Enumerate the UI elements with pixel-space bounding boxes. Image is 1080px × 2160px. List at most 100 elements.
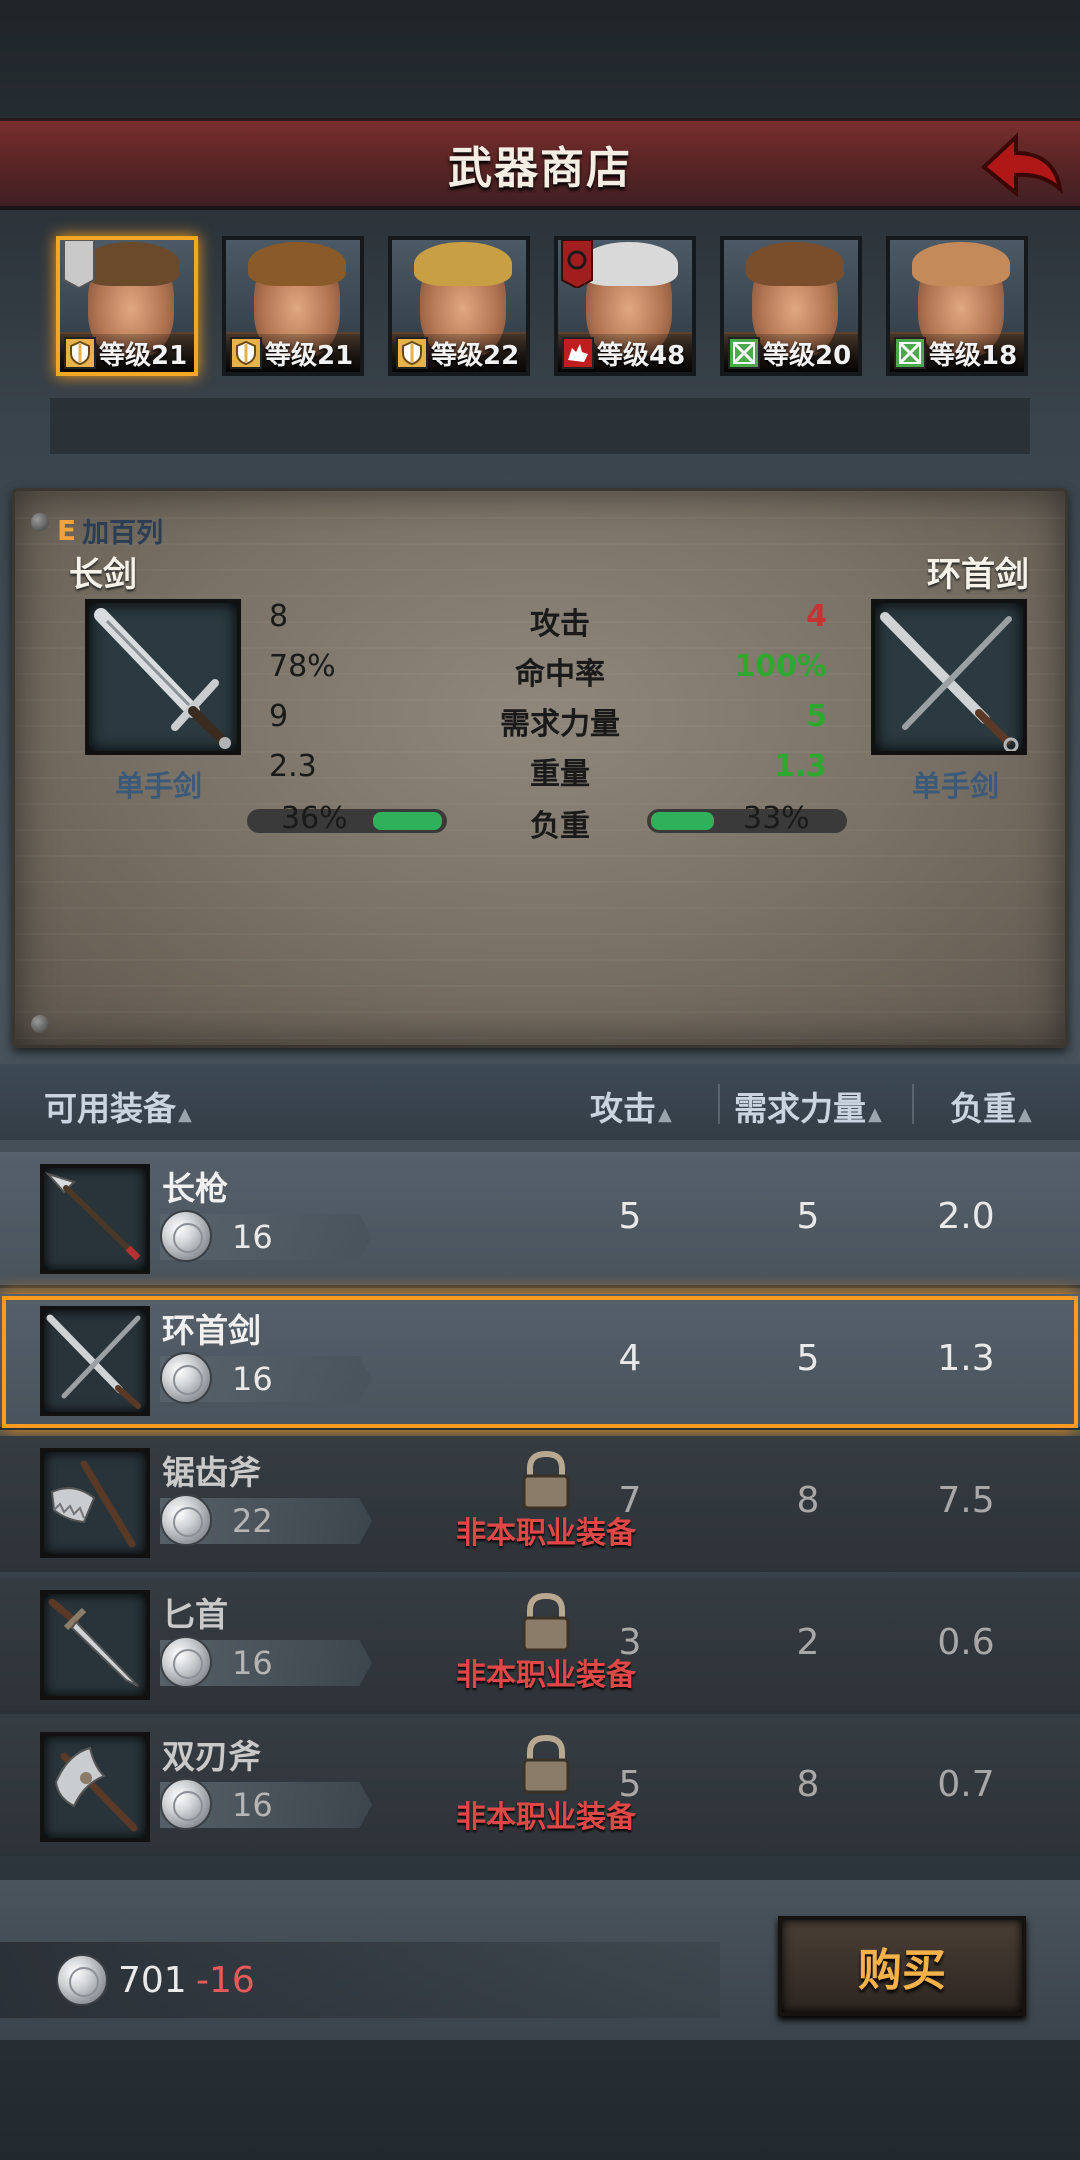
sort-attack-button[interactable]: 攻击 ▲	[590, 1082, 672, 1130]
equipment-row-selected[interactable]: 环首剑 16 4 5 1.3	[0, 1294, 1080, 1430]
hero-selector: 等级21 等级21 等级22 等级48 等级20 等级18	[56, 236, 1036, 376]
hero-level-bar: 等级18	[890, 334, 1024, 372]
hero-hair	[746, 242, 844, 286]
locked-label: 非本职业装备	[456, 1516, 636, 1551]
sort-available-button[interactable]: 可用装备 ▲	[44, 1082, 192, 1130]
stat-label: 攻击	[530, 607, 590, 642]
lock-overlay: 非本职业装备	[456, 1734, 636, 1844]
candidate-accuracy: 100%	[734, 649, 827, 684]
rivet-icon	[31, 513, 49, 531]
hero-portrait[interactable]: 等级20	[720, 236, 862, 376]
current-load-fill	[373, 812, 442, 830]
hero-hair	[912, 242, 1010, 286]
item-weight: 7.5	[937, 1480, 995, 1521]
sort-strength-button[interactable]: 需求力量 ▲	[734, 1082, 882, 1130]
item-price: 16	[232, 1644, 273, 1682]
stat-label: 重量	[530, 757, 590, 792]
silver-coin-icon	[160, 1352, 212, 1404]
candidate-attack: 4	[806, 599, 827, 634]
money-strip	[0, 1942, 720, 2018]
sort-arrow-icon: ▲	[658, 1104, 672, 1125]
wolf-class-icon	[562, 337, 594, 369]
hero-portrait[interactable]: 等级21	[222, 236, 364, 376]
stat-row-strength: 9 需求力量 5	[15, 699, 1065, 742]
item-name: 锯齿斧	[162, 1453, 261, 1492]
hero-hair	[82, 242, 180, 286]
column-label: 需求力量	[734, 1089, 866, 1128]
equipment-list-header: 可用装备 ▲ 攻击 ▲ 需求力量 ▲ 负重 ▲	[0, 1064, 1080, 1140]
stat-label: 需求力量	[500, 707, 620, 742]
equipment-row-locked[interactable]: 锯齿斧 22 7 8 7.5 非本职业装备	[0, 1436, 1080, 1572]
hero-level-bar: 等级21	[226, 334, 360, 372]
current-attack: 8	[269, 599, 289, 634]
hero-info-strip	[50, 398, 1030, 454]
spear-icon	[44, 1171, 141, 1261]
padlock-icon	[522, 1450, 570, 1510]
item-name: 长枪	[162, 1169, 228, 1208]
weapon-comparison-panel: E 加百列 长剑 环首剑 单手剑 单手剑 8 攻击 4 78% 命中率 100%…	[12, 488, 1068, 1048]
item-image	[40, 1306, 150, 1416]
hero-tag-name: 加百列	[82, 518, 164, 549]
shield-class-icon	[64, 337, 96, 369]
item-price: 16	[232, 1218, 273, 1256]
candidate-load-fill	[651, 812, 714, 830]
sort-arrow-icon: ▲	[868, 1104, 882, 1125]
back-arrow-icon[interactable]	[976, 127, 1066, 207]
candidate-weight: 1.3	[773, 749, 827, 784]
hero-level-bar: 等级48	[558, 334, 692, 372]
hero-level: 等级18	[929, 340, 1018, 371]
buy-button[interactable]: 购买	[778, 1916, 1026, 2016]
column-label: 攻击	[590, 1089, 656, 1128]
shield-class-icon	[396, 337, 428, 369]
silver-coin-icon	[56, 1954, 108, 2006]
item-strength: 5	[796, 1338, 820, 1379]
item-weight: 1.3	[937, 1338, 995, 1379]
item-name: 双刃斧	[162, 1737, 261, 1776]
hero-portrait[interactable]: 等级22	[388, 236, 530, 376]
item-attack: 5	[618, 1196, 642, 1237]
current-load: 36%	[281, 801, 348, 836]
item-weight: 2.0	[937, 1196, 995, 1237]
candidate-weapon-name: 环首剑	[927, 555, 1029, 595]
hero-level: 等级22	[431, 340, 520, 371]
equipment-row-locked[interactable]: 匕首 16 3 2 0.6 非本职业装备	[0, 1578, 1080, 1714]
stat-row-load: 36% 负重 33%	[15, 801, 1065, 844]
column-label: 可用装备	[44, 1089, 176, 1128]
stat-row-accuracy: 78% 命中率 100%	[15, 649, 1065, 692]
item-name: 匕首	[162, 1595, 228, 1634]
item-attack: 4	[618, 1338, 642, 1379]
hero-level-bar: 等级21	[60, 334, 194, 372]
column-label: 负重	[950, 1089, 1016, 1128]
item-name: 环首剑	[162, 1311, 261, 1350]
candidate-load: 33%	[743, 801, 810, 836]
sort-weight-button[interactable]: 负重 ▲	[950, 1082, 1032, 1130]
equipment-row[interactable]: 长枪 16 5 5 2.0	[0, 1152, 1080, 1288]
hero-hair	[248, 242, 346, 286]
hero-portrait[interactable]: 等级48	[554, 236, 696, 376]
sort-arrow-icon: ▲	[178, 1104, 192, 1125]
hero-portrait[interactable]: 等级21	[56, 236, 198, 376]
lock-overlay: 非本职业装备	[456, 1592, 636, 1702]
player-money: 701	[118, 1960, 187, 2001]
candidate-strength: 5	[806, 699, 827, 734]
stat-label: 负重	[530, 809, 590, 844]
banner-icon	[63, 240, 95, 288]
lock-overlay: 非本职业装备	[456, 1450, 636, 1560]
hero-hair	[414, 242, 512, 286]
hero-tag: E 加百列	[57, 511, 163, 550]
item-strength: 5	[796, 1196, 820, 1237]
padlock-icon	[522, 1734, 570, 1794]
equipment-row-locked[interactable]: 双刃斧 16 5 8 0.7 非本职业装备	[0, 1720, 1080, 1856]
hero-portrait[interactable]: 等级18	[886, 236, 1028, 376]
serrated-axe-icon	[50, 1460, 136, 1548]
stat-row-attack: 8 攻击 4	[15, 599, 1065, 642]
locked-label: 非本职业装备	[456, 1800, 636, 1835]
column-divider	[718, 1084, 720, 1124]
page-title: 武器商店	[448, 142, 632, 194]
rivet-icon	[31, 1015, 49, 1033]
hero-level: 等级48	[597, 340, 686, 371]
hero-level: 等级21	[99, 340, 188, 371]
current-weapon-name: 长剑	[69, 555, 137, 595]
item-image	[40, 1164, 150, 1274]
locked-label: 非本职业装备	[456, 1658, 636, 1693]
